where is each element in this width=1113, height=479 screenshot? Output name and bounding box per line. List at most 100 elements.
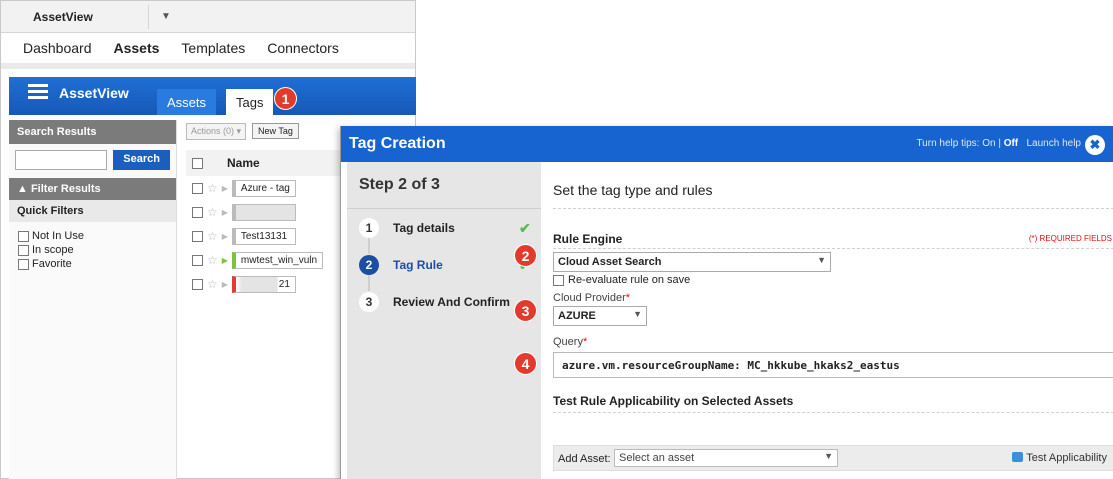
callout-badge-4: 4 [514, 352, 537, 375]
launch-help-link[interactable]: Launch help [1027, 138, 1082, 149]
modal-content: Set the tag type and rules Rule Engine (… [553, 162, 1113, 479]
table-row[interactable]: ☆ ▶ [186, 200, 341, 224]
checkbox[interactable] [18, 230, 29, 242]
row-checkbox[interactable] [192, 254, 203, 266]
step-title: Step 2 of 3 [359, 176, 440, 193]
nav-templates[interactable]: Templates [181, 40, 245, 56]
modal-header: Tag Creation Turn help tips: On | Off La… [341, 126, 1113, 162]
callout-badge-2: 2 [514, 244, 537, 267]
callout-badge-3: 3 [514, 299, 537, 322]
star-icon[interactable]: ☆ [207, 277, 218, 291]
expand-icon[interactable]: ▶ [222, 232, 228, 241]
tag-name: 21 [231, 275, 296, 293]
menu-icon[interactable] [28, 84, 48, 100]
step-label: Tag Rule [393, 258, 443, 272]
row-checkbox[interactable] [192, 206, 203, 218]
close-icon[interactable]: ✖ [1085, 135, 1105, 155]
step-number: 3 [359, 292, 379, 312]
tag-name [231, 203, 296, 221]
cloud-provider-select[interactable]: AZURE ▼ [553, 306, 647, 326]
add-asset-select[interactable]: Select an asset ▼ [614, 449, 838, 467]
step-review-confirm[interactable]: 3 Review And Confirm [359, 292, 510, 312]
search-button[interactable]: Search [113, 150, 170, 170]
filter-results-header[interactable]: ▲ Filter Results [9, 178, 176, 200]
step-tag-details[interactable]: 1 Tag details ✔ [359, 218, 531, 238]
checkbox[interactable] [18, 244, 29, 256]
nav-connectors[interactable]: Connectors [267, 40, 339, 56]
star-icon[interactable]: ☆ [207, 181, 218, 195]
filter-favorite[interactable]: Favorite [9, 258, 176, 270]
content-subtitle: Set the tag type and rules [553, 182, 713, 198]
cloud-provider-label: Cloud Provider* [553, 292, 631, 304]
star-icon[interactable]: ☆ [207, 229, 218, 243]
divider [553, 412, 1113, 413]
chevron-down-icon[interactable]: ▼ [161, 11, 171, 22]
query-label: Query* [553, 336, 588, 348]
help-tips: Turn help tips: On | Off Launch help [916, 138, 1081, 149]
add-asset-row: Add Asset: Select an asset ▼ Test Applic… [553, 445, 1113, 471]
nav-dashboard[interactable]: Dashboard [23, 40, 92, 56]
reevaluate-checkbox-row[interactable]: Re-evaluate rule on save [553, 274, 690, 286]
filter-in-scope[interactable]: In scope [9, 244, 176, 256]
test-applicability-button[interactable]: Test Applicability [1012, 452, 1107, 464]
select-all-checkbox[interactable] [192, 157, 203, 169]
chevron-down-icon: ▼ [824, 451, 833, 461]
step-connector [368, 273, 370, 291]
app-name: AssetView [9, 4, 149, 29]
help-tips-toggle[interactable]: Turn help tips: On | [916, 138, 1003, 149]
expand-icon[interactable]: ▶ [222, 280, 228, 289]
star-icon[interactable]: ☆ [207, 253, 218, 267]
checkbox[interactable] [18, 258, 29, 270]
step-label: Tag details [393, 221, 455, 235]
module-title: AssetView [59, 85, 129, 101]
query-input[interactable]: azure.vm.resourceGroupName: MC_hkkube_hk… [553, 352, 1113, 378]
row-checkbox[interactable] [192, 278, 203, 290]
star-icon[interactable]: ☆ [207, 205, 218, 219]
step-number: 2 [359, 255, 379, 275]
tag-name: Azure - tag [231, 179, 296, 197]
tag-name: Test13131 [231, 227, 296, 245]
filter-not-in-use[interactable]: Not In Use [9, 230, 176, 242]
table-row[interactable]: ☆ ▶ mwtest_win_vuln [186, 248, 341, 272]
expand-icon[interactable]: ▶ [222, 256, 228, 265]
step-label: Review And Confirm [393, 295, 510, 309]
search-input[interactable] [15, 150, 108, 170]
rule-engine-label: Rule Engine [553, 232, 623, 246]
app-switcher[interactable]: AssetView ▼ [1, 1, 415, 33]
divider [553, 248, 1113, 249]
new-tag-button[interactable]: New Tag [252, 123, 299, 139]
tab-assets[interactable]: Assets [157, 89, 217, 115]
nav-assets[interactable]: Assets [114, 40, 160, 56]
reevaluate-checkbox[interactable] [553, 274, 564, 286]
step-tag-rule[interactable]: 2 Tag Rule ✔ [359, 255, 531, 275]
row-checkbox[interactable] [192, 182, 203, 194]
table-row[interactable]: ☆ ▶ Test13131 [186, 224, 341, 248]
rule-engine-select[interactable]: Cloud Asset Search ▼ [553, 252, 831, 272]
help-off-link[interactable]: Off [1004, 138, 1018, 149]
test-icon [1012, 452, 1024, 462]
checkmark-icon: ✔ [519, 219, 531, 236]
actions-dropdown[interactable]: Actions (0) ▾ [186, 122, 247, 140]
chevron-down-icon: ▼ [817, 255, 826, 265]
search-results-header: Search Results [9, 120, 176, 144]
table-row[interactable]: ☆ ▶ Azure - tag [186, 176, 341, 200]
modal-title: Tag Creation [349, 135, 446, 152]
tab-tags[interactable]: Tags [226, 89, 274, 115]
expand-icon[interactable]: ▶ [222, 208, 228, 217]
divider [553, 208, 1113, 209]
row-checkbox[interactable] [192, 230, 203, 242]
tag-grid: Actions (0) ▾ New Tag Name ☆ ▶ Azure - t… [186, 120, 341, 479]
top-nav: Dashboard Assets Templates Connectors [1, 33, 415, 69]
callout-badge-1: 1 [274, 87, 297, 110]
step-number: 1 [359, 218, 379, 238]
name-column-header[interactable]: Name [227, 156, 260, 170]
wizard-steps: Step 2 of 3 1 Tag details ✔ 2 Tag Rule ✔… [347, 162, 541, 479]
table-row[interactable]: ☆ ▶ 21 [186, 272, 341, 296]
test-section-title: Test Rule Applicability on Selected Asse… [553, 394, 794, 408]
step-connector [368, 236, 370, 254]
expand-icon[interactable]: ▶ [222, 184, 228, 193]
module-header: AssetView Assets Tags [9, 77, 416, 115]
grid-header: Name [186, 150, 341, 176]
left-sidebar: Search Results Search ▲ Filter Results Q… [9, 120, 177, 479]
chevron-down-icon: ▼ [633, 309, 642, 319]
